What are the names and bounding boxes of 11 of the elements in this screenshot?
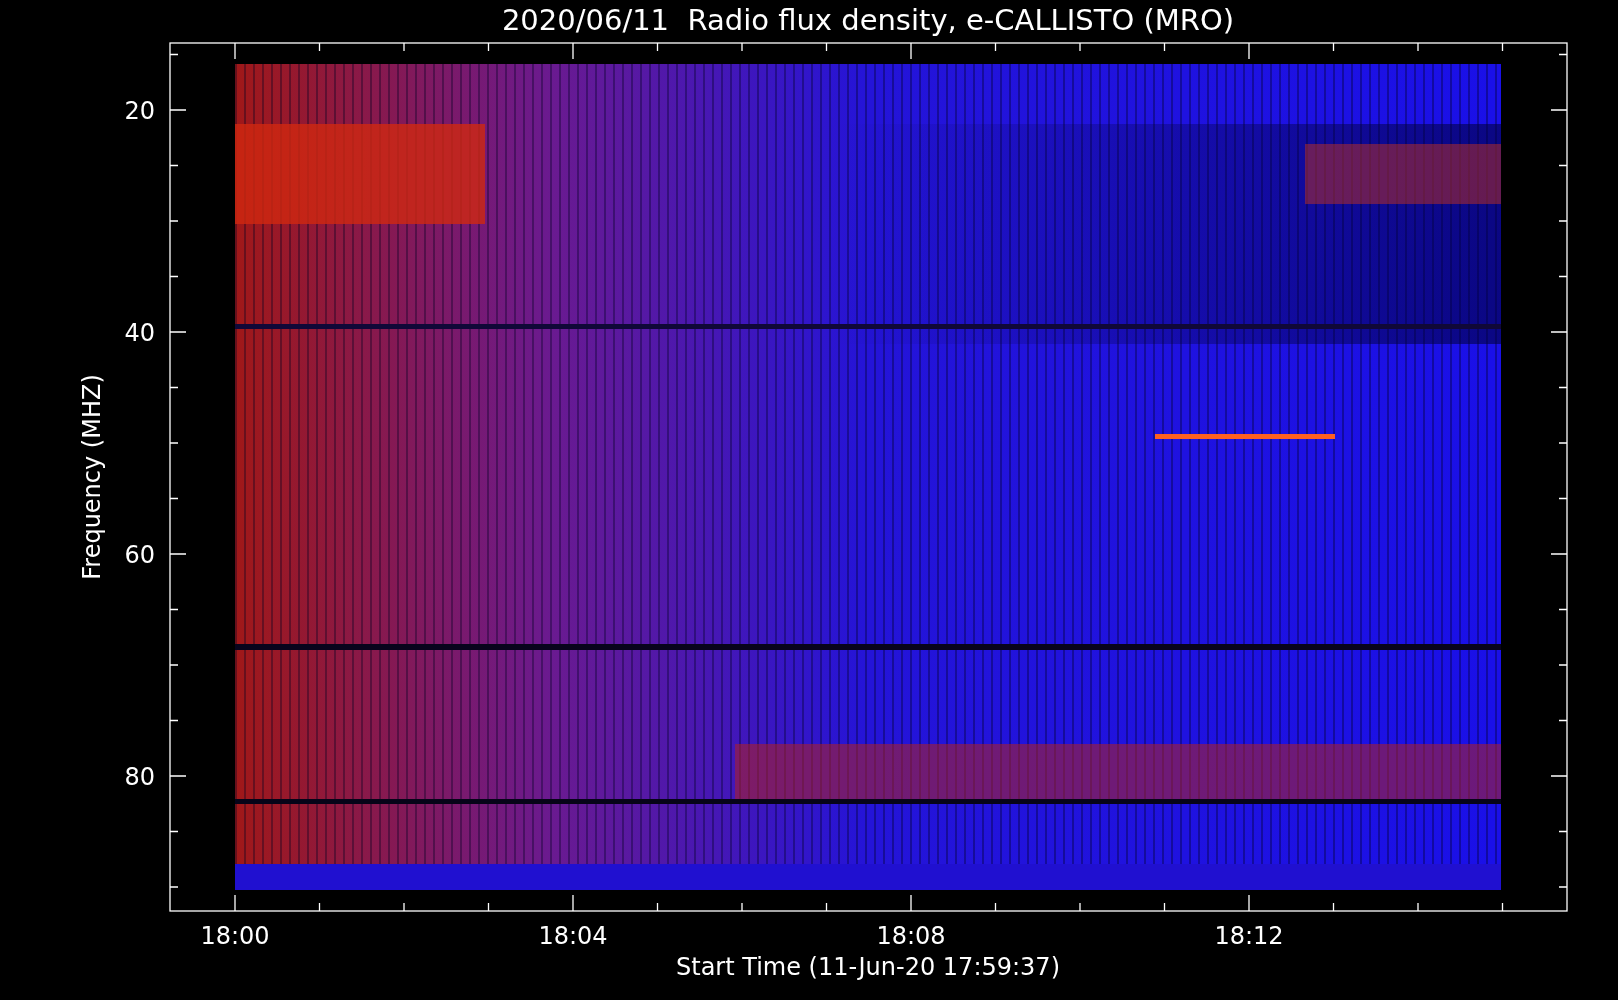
y-tick-label: 40 (124, 319, 155, 347)
y-axis-label: Frequency (MHZ) (78, 374, 106, 580)
x-tick-label: 18:08 (876, 922, 946, 950)
x-axis-label: Start Time (11-Jun-20 17:59:37) (676, 953, 1060, 981)
y-tick-label: 60 (124, 541, 155, 569)
x-tick-label: 18:12 (1214, 922, 1284, 950)
x-tick-label: 18:04 (538, 922, 608, 950)
x-tick-label: 18:00 (200, 922, 270, 950)
y-tick-label: 80 (124, 763, 155, 791)
chart-title: 2020/06/11 Radio flux density, e-CALLISTO (MRO) (501, 3, 1235, 37)
y-tick-label: 20 (124, 97, 155, 125)
